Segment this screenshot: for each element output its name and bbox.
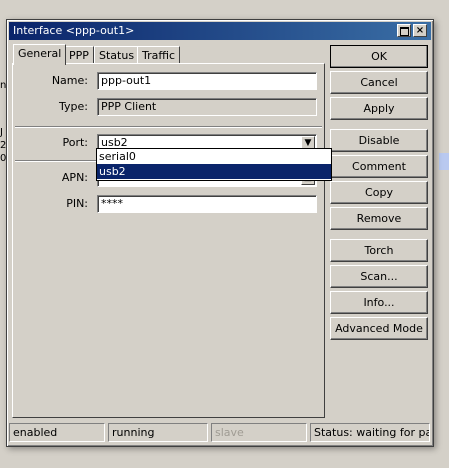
background-selected-row — [439, 153, 449, 170]
tab-status[interactable]: Status — [94, 46, 140, 64]
status-slave: slave — [211, 423, 307, 442]
close-icon[interactable]: × — [413, 24, 427, 37]
status-enabled: enabled — [9, 423, 105, 442]
maximize-icon[interactable] — [397, 24, 411, 37]
remove-button[interactable]: Remove — [330, 207, 428, 230]
pin-label: PIN: — [66, 197, 88, 210]
torch-button[interactable]: Torch — [330, 239, 428, 262]
comment-button[interactable]: Comment — [330, 155, 428, 178]
cancel-button[interactable]: Cancel — [330, 71, 428, 94]
ok-button[interactable]: OK — [330, 45, 428, 68]
status-running: running — [108, 423, 208, 442]
tab-general[interactable]: General — [13, 44, 67, 65]
name-field[interactable]: ppp-out1 — [97, 72, 317, 90]
type-field: PPP Client — [97, 98, 317, 116]
title-bar[interactable]: Interface <ppp-out1> × — [9, 22, 431, 40]
interface-dialog: Interface <ppp-out1> × General PPP Statu… — [6, 19, 434, 447]
separator — [15, 126, 322, 128]
scan-button[interactable]: Scan... — [330, 265, 428, 288]
type-label: Type: — [59, 100, 88, 113]
copy-button[interactable]: Copy — [330, 181, 428, 204]
info-button[interactable]: Info... — [330, 291, 428, 314]
disable-button[interactable]: Disable — [330, 129, 428, 152]
port-label: Port: — [62, 136, 88, 149]
background-text: J — [0, 127, 3, 138]
name-label: Name: — [51, 74, 88, 87]
apply-button[interactable]: Apply — [330, 97, 428, 120]
tab-traffic[interactable]: Traffic — [137, 46, 181, 64]
dropdown-option-usb2[interactable]: usb2 — [97, 164, 331, 179]
port-dropdown-list: serial0 usb2 — [96, 148, 332, 181]
advanced-mode-button[interactable]: Advanced Mode — [330, 317, 428, 340]
dropdown-option-serial0[interactable]: serial0 — [97, 149, 331, 164]
apn-label: APN: — [61, 171, 88, 184]
tab-ppp[interactable]: PPP — [64, 46, 94, 64]
window-title: Interface <ppp-out1> — [13, 24, 135, 37]
general-panel: Name: ppp-out1 Type: PPP Client Port: us… — [12, 63, 325, 418]
pin-field[interactable]: **** — [97, 195, 317, 213]
status-message: Status: waiting for pac... — [310, 423, 430, 442]
